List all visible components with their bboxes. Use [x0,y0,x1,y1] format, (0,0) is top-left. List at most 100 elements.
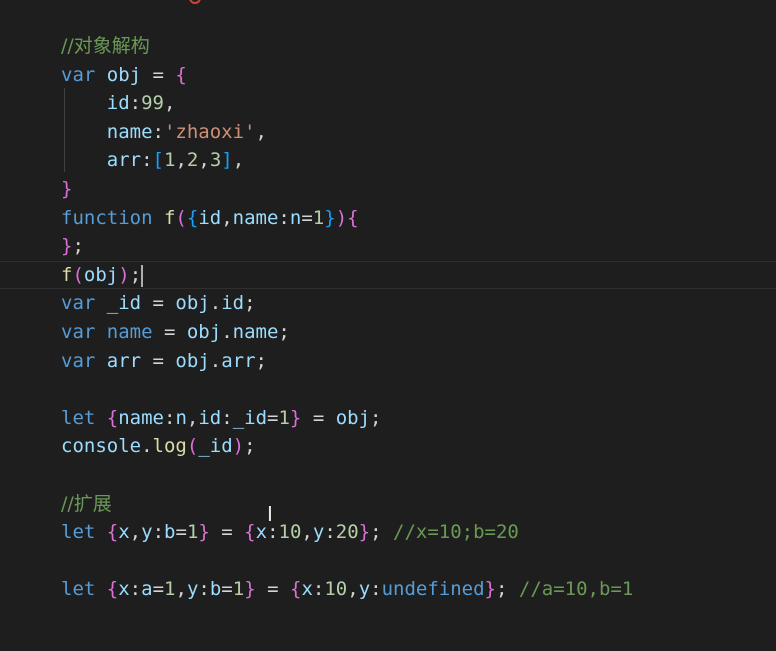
code-token: : [163,407,176,429]
code-token: . [141,435,153,457]
code-line[interactable]: name:'zhaoxi', [0,118,776,146]
code-line[interactable] [0,547,776,575]
code-token: var [61,350,107,372]
code-token: , [198,149,210,171]
code-token: let [61,521,107,543]
code-token: obj [186,321,222,343]
code-line[interactable] [0,375,776,403]
code-line[interactable]: var name = obj.name; [0,318,776,346]
code-token: ; [244,292,256,314]
code-line-content: var arr = obj.arr; [61,347,267,375]
code-token: { [106,578,119,600]
code-line[interactable]: let {x:a=1,y:b=1} = {x:10,y:undefined}; … [0,575,776,603]
code-line[interactable]: var _id = obj.id; [0,289,776,317]
code-token: obj [335,407,371,429]
code-token: name [106,321,153,343]
code-token: { [347,207,359,229]
code-token: , [301,521,313,543]
code-line-content: var name = obj.name; [61,318,290,346]
code-token: 1 [232,578,245,600]
text-cursor-ibeam-icon: I [267,502,273,526]
code-line[interactable] [0,461,776,489]
code-line[interactable]: let {x,y:b=1} = {x:10,y:20}; //x=10;b=20 [0,518,776,546]
code-token: , [129,521,142,543]
code-token: ; [72,235,84,257]
code-token: name [232,321,279,343]
code-line[interactable]: }; [0,232,776,260]
code-line[interactable]: arr:[1,2,3], [0,146,776,174]
code-token: function [61,207,164,229]
code-token: y [141,521,153,543]
code-token: undefined [381,578,485,600]
code-line-content: arr:[1,2,3], [61,146,244,174]
code-token: log [152,435,187,457]
code-token: , [255,121,267,143]
code-line[interactable]: //对象解构 [0,32,776,60]
code-line-content: let {x:a=1,y:b=1} = {x:10,y:undefined}; … [61,575,633,603]
code-token: ; [496,578,519,600]
code-token: . [209,292,222,314]
code-token: ; [244,435,256,457]
code-token: , [186,407,199,429]
code-token: : [141,149,153,171]
code-token: ( [186,435,199,457]
code-token: f [163,207,176,229]
code-token: } [61,178,73,200]
code-token: , [221,207,233,229]
code-token: : [312,578,325,600]
code-editor[interactable]: //对象解构 var obj = { id:99, name:'zhaoxi', … [0,0,776,651]
code-line-content: f(obj); [61,262,144,288]
code-line[interactable]: let {name:n,id:_id=1} = obj; [0,404,776,432]
code-token: _id [198,435,233,457]
code-token: = [175,521,187,543]
code-token: console [61,435,142,457]
code-line-content: id:99, [61,89,176,117]
code-token: id [198,407,222,429]
code-line[interactable]: var arr = obj.arr; [0,347,776,375]
code-token: } [358,521,371,543]
code-token: 1 [164,149,176,171]
code-token: 10 [324,578,348,600]
code-token: name [118,407,164,429]
code-line-content: function f({id,name:n=1}){ [61,204,359,232]
code-token: n [175,407,187,429]
code-token: x [301,578,313,600]
code-token: 10 [278,521,302,543]
code-token: _id [232,407,268,429]
code-token: = [267,407,279,429]
code-line[interactable]: id:99, [0,89,776,117]
code-token: name [232,207,279,229]
code-token: , [175,149,187,171]
code-token: id [221,292,245,314]
code-token: id [106,92,130,114]
code-token: = [152,578,165,600]
code-token: 1 [186,521,199,543]
code-line[interactable]: console.log(_id); [0,432,776,460]
code-token: _id [106,292,142,314]
code-token: //a=10,b=1 [518,578,634,600]
caret [141,264,144,287]
code-line[interactable]: f(obj); [0,261,776,289]
code-token: , [232,149,245,171]
code-token: obj [83,264,119,286]
code-token: 99 [141,92,164,114]
code-token: ] [221,149,233,171]
squiggle-marker [189,0,201,4]
code-token: x [118,578,130,600]
code-line[interactable]: } [0,175,776,203]
code-token: } [198,521,210,543]
code-token: { [106,521,119,543]
code-token: = [141,64,176,86]
code-line[interactable]: //扩展 [0,490,776,518]
code-token: : [129,92,142,114]
code-line[interactable]: var obj = { [0,61,776,89]
code-token: 1 [312,207,325,229]
code-line[interactable]: function f({id,name:n=1}){ [0,204,776,232]
code-token: = [209,521,245,543]
code-token: id [198,207,222,229]
code-token: , [175,578,187,600]
code-token: } [289,407,302,429]
code-token: ( [175,207,187,229]
